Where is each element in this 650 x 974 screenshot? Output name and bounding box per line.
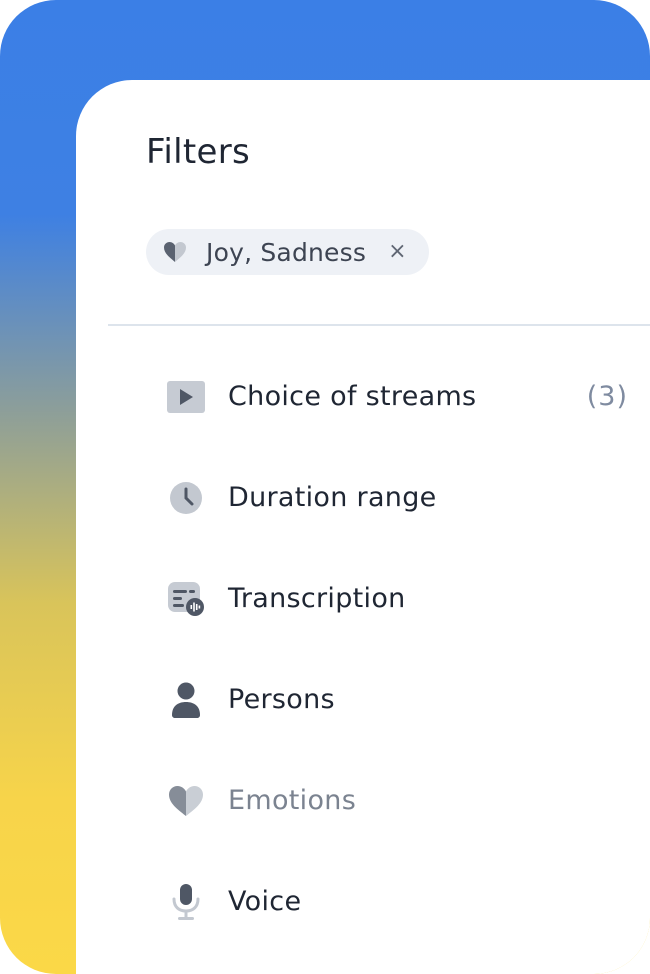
clock-icon bbox=[166, 478, 206, 518]
play-icon bbox=[166, 377, 206, 417]
heart-icon bbox=[162, 239, 188, 265]
filter-item-duration-range[interactable]: Duration range bbox=[76, 447, 650, 548]
filters-panel: Filters Joy, Sadness × Choice of streams… bbox=[76, 80, 650, 974]
filter-item-persons[interactable]: Persons bbox=[76, 649, 650, 750]
filter-item-transcription[interactable]: Transcription bbox=[76, 548, 650, 649]
heart-icon bbox=[166, 781, 206, 821]
filter-label: Voice bbox=[228, 886, 302, 917]
person-icon bbox=[166, 680, 206, 720]
active-filter-chip[interactable]: Joy, Sadness × bbox=[146, 229, 429, 275]
filter-label: Duration range bbox=[228, 482, 437, 513]
filter-item-choice-of-streams[interactable]: Choice of streams (3) bbox=[76, 346, 650, 447]
microphone-icon bbox=[166, 882, 206, 922]
panel-title: Filters bbox=[146, 132, 251, 172]
filter-label: Choice of streams bbox=[228, 381, 477, 412]
divider bbox=[108, 324, 650, 326]
filter-label: Transcription bbox=[228, 583, 406, 614]
filter-count: (3) bbox=[586, 381, 628, 412]
filter-list: Choice of streams (3) Duration range Tra… bbox=[76, 346, 650, 952]
chip-label: Joy, Sadness bbox=[206, 237, 367, 267]
filter-label: Persons bbox=[228, 684, 335, 715]
chip-remove-button[interactable]: × bbox=[388, 241, 406, 263]
gradient-background: Filters Joy, Sadness × Choice of streams… bbox=[0, 0, 650, 974]
filter-label: Emotions bbox=[228, 785, 357, 816]
transcription-icon bbox=[166, 579, 206, 619]
filter-item-emotions[interactable]: Emotions bbox=[76, 750, 650, 851]
filter-item-voice[interactable]: Voice bbox=[76, 851, 650, 952]
